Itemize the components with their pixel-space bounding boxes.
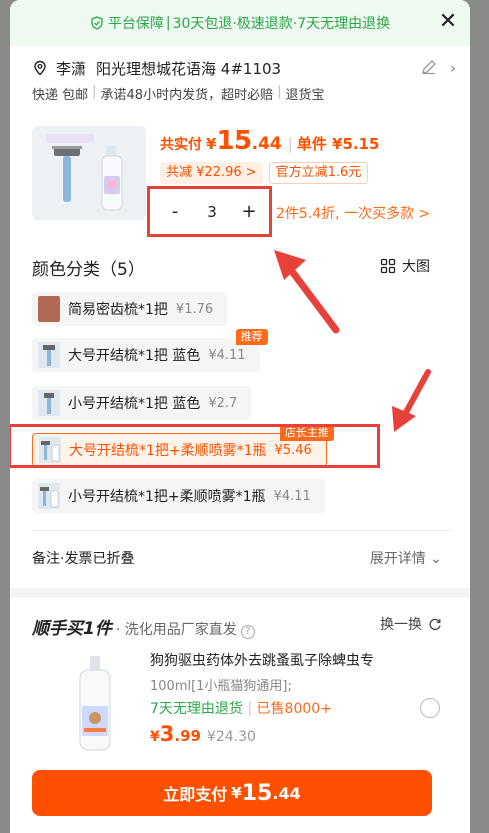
product-image[interactable]	[32, 126, 146, 220]
variant-label: 小号开结梳*1把+柔顺喷雾*1瓶	[68, 489, 266, 505]
location-pin-icon	[34, 60, 46, 76]
add-on-logo: 顺手买1件	[32, 619, 112, 639]
price-summary: 共实付 ¥ 15 .44 | 单件 ¥5.15	[160, 126, 379, 156]
chevron-down-icon: ⌄	[430, 551, 442, 567]
variant-price: ¥1.76	[175, 301, 214, 317]
sold-count: 已售8000+	[256, 701, 332, 717]
shipping-method: 快递 包邮	[32, 88, 89, 103]
add-on-select-radio[interactable]	[420, 698, 440, 718]
pay-now-button[interactable]: 立即支付 ¥ 15 .44	[32, 770, 432, 816]
add-on-title[interactable]: 狗狗驱虫药体外去跳蚤虱子除蜱虫专	[150, 650, 374, 670]
guarantee-banner: 平台保障 | 30天包退·极速退款·7天无理由退换	[10, 0, 470, 46]
variant-thumbnail	[38, 342, 60, 368]
total-price-int: 15	[216, 126, 252, 156]
bulk-offer-link[interactable]: 2件5.4折, 一次买多款 >	[276, 203, 430, 223]
original-price: ¥24.30	[206, 729, 256, 745]
edit-icon[interactable]	[420, 58, 438, 76]
guarantee-title: 平台保障	[107, 16, 164, 32]
add-on-promo: 7天无理由退货 | 已售8000+	[150, 701, 332, 717]
remark-invoice-label[interactable]: 备注·发票已折叠	[32, 548, 134, 568]
grid-icon	[380, 258, 396, 274]
variant-thumbnail	[38, 483, 60, 509]
shipping-promise: 承诺48小时内发货，超时必赔	[100, 88, 274, 103]
variant-price: ¥4.11	[208, 347, 246, 363]
pay-label: 立即支付	[163, 785, 228, 804]
big-view-toggle[interactable]: 大图	[380, 256, 430, 276]
highlight-box-variant	[10, 424, 380, 468]
address-detail: 阳光理想城花语海 4#1103	[96, 59, 282, 78]
refresh-icon	[429, 618, 441, 631]
divider	[32, 530, 452, 531]
total-label: 共实付	[160, 137, 202, 153]
variant-label: 大号开结梳*1把 蓝色	[68, 348, 201, 364]
variant-option-2[interactable]: 小号开结梳*1把 蓝色 ¥2.7	[32, 386, 252, 420]
guarantee-terms: 30天包退·极速退款·7天无理由退换	[172, 16, 391, 32]
swap-button[interactable]: 换一换	[380, 614, 442, 634]
variant-price: ¥2.7	[208, 395, 238, 411]
total-price-dec: .44	[251, 134, 282, 154]
expand-details-link[interactable]: 展开详情 ⌄	[370, 548, 442, 568]
variant-label: 简易密齿梳*1把	[68, 302, 168, 318]
shield-check-icon	[91, 16, 103, 30]
swap-label: 换一换	[380, 617, 422, 633]
variant-option-1[interactable]: 大号开结梳*1把 蓝色 ¥4.11 推荐	[32, 329, 268, 372]
guarantee-separator: |	[165, 15, 171, 31]
chevron-right-icon[interactable]: ›	[450, 59, 456, 77]
variants-title: 颜色分类（5）	[32, 260, 145, 280]
variant-thumbnail	[38, 390, 60, 416]
currency-symbol: ¥	[206, 135, 217, 153]
highlight-box-stepper	[147, 186, 272, 237]
big-view-label: 大图	[402, 259, 430, 275]
add-on-header: 顺手买1件 · 洗化用品厂家直发 ?	[32, 614, 255, 639]
add-on-subtitle: · 洗化用品厂家直发	[115, 622, 237, 638]
discount-chips: 共减 ¥22.96 > 官方立减1.6元	[160, 162, 369, 184]
unit-price: | 单件 ¥5.15	[287, 135, 380, 153]
help-icon[interactable]: ?	[240, 625, 255, 639]
variant-price: ¥4.11	[273, 488, 311, 504]
variant-thumbnail	[38, 296, 60, 322]
official-discount-chip: 官方立减1.6元	[268, 162, 369, 184]
product-image-art	[32, 126, 146, 220]
address-block[interactable]: 李潇 阳光理想城花语海 4#1103 › 快递 包邮 | 承诺48小时内发货，超…	[32, 58, 456, 103]
close-icon[interactable]: ✕	[436, 10, 460, 34]
recipient-name: 李潇	[56, 59, 87, 78]
recommend-tag: 推荐	[235, 329, 268, 345]
variant-option-0[interactable]: 简易密齿梳*1把 ¥1.76	[32, 292, 228, 326]
variant-option-4[interactable]: 小号开结梳*1把+柔顺喷雾*1瓶 ¥4.11	[32, 479, 325, 513]
add-on-product-image[interactable]	[60, 652, 140, 754]
saved-chip[interactable]: 共减 ¥22.96 >	[160, 162, 263, 184]
order-sheet: 平台保障 | 30天包退·极速退款·7天无理由退换 ✕ 李潇 阳光理想城花语海 …	[10, 0, 470, 833]
shipping-info: 快递 包邮 | 承诺48小时内发货，超时必赔 | 退货宝	[32, 84, 325, 103]
return-insurance: 退货宝	[285, 88, 325, 103]
add-on-spec: 100ml[1小瓶猫狗通用];	[150, 679, 292, 694]
add-on-price: ¥ 3 .99 ¥24.30	[150, 722, 256, 746]
return-policy: 7天无理由退货	[150, 701, 243, 717]
variant-label: 小号开结梳*1把 蓝色	[68, 396, 201, 412]
section-gap	[10, 588, 470, 598]
